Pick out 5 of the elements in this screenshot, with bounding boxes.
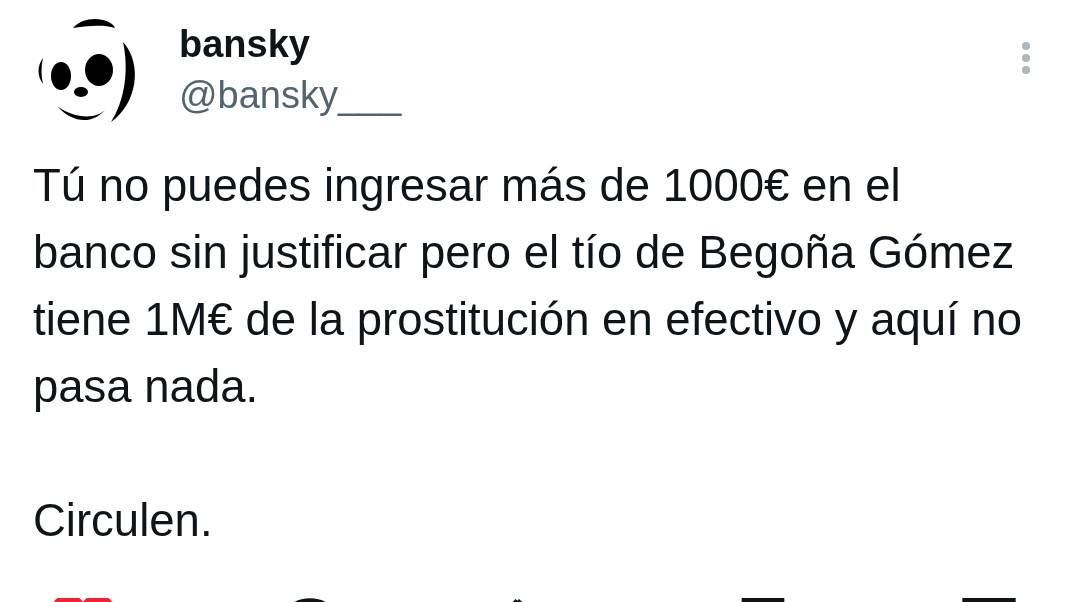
tweet-text: Circulen. — [33, 494, 214, 548]
author-handle[interactable]: @bansky___ — [179, 70, 402, 120]
author-name[interactable]: bansky — [179, 18, 402, 70]
more-icon[interactable] — [1020, 40, 1032, 76]
tweet-text: Tú no puedes ingresar más de 1000€ en el banco sin justificar pero el tío de Begoña Gómez tiene 1M€ de la prostitución en efectivo y aquí no pasa nada. — [33, 159, 1023, 414]
